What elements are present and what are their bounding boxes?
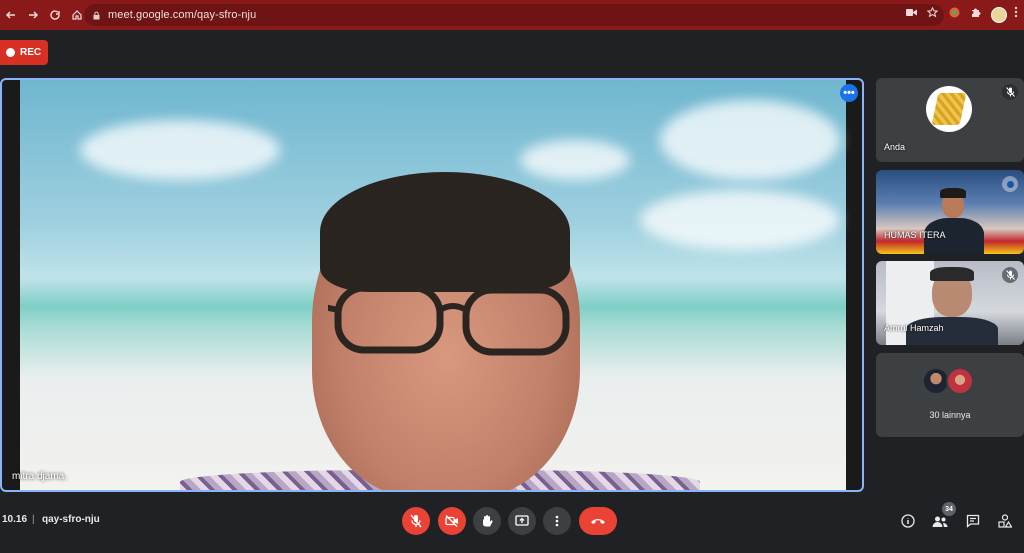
participant-tile-self[interactable]: Anda bbox=[876, 78, 1024, 162]
mic-off-icon bbox=[1002, 84, 1018, 100]
speaker-hair bbox=[320, 172, 570, 292]
participant-name: Amrul Hamzah bbox=[884, 323, 944, 333]
url-text: meet.google.com/qay-sfro-nju bbox=[108, 9, 257, 21]
hand-icon bbox=[483, 515, 493, 527]
others-avatars bbox=[876, 367, 1024, 395]
main-speaker-tile[interactable]: mitra djama. ••• bbox=[0, 78, 864, 492]
cloud-shape bbox=[640, 190, 840, 250]
menu-dots-icon[interactable] bbox=[1014, 6, 1018, 18]
bookmark-star-icon[interactable] bbox=[926, 6, 939, 21]
recording-label: REC bbox=[20, 47, 42, 58]
divider: | bbox=[32, 514, 35, 525]
info-icon bbox=[901, 514, 915, 528]
camera-toggle-button[interactable] bbox=[438, 507, 466, 535]
lock-icon bbox=[92, 11, 101, 20]
participants-count-badge: 34 bbox=[942, 502, 956, 516]
participant-name: HUMAS ITERA bbox=[884, 230, 946, 240]
meeting-time: 10.16 bbox=[2, 514, 28, 525]
others-count-label: 30 lainnya bbox=[929, 410, 971, 420]
logo-badge-icon bbox=[1002, 176, 1018, 192]
speaker-glasses bbox=[328, 284, 570, 356]
puzzle-icon[interactable] bbox=[970, 6, 982, 18]
avatar bbox=[946, 367, 974, 395]
present-screen-button[interactable] bbox=[508, 507, 536, 535]
browser-nav bbox=[0, 4, 88, 26]
profile-avatar[interactable] bbox=[991, 7, 1007, 23]
participant-tile-humas-itera[interactable]: HUMAS ITERA bbox=[876, 170, 1024, 254]
activities-button[interactable] bbox=[996, 512, 1014, 530]
people-icon bbox=[932, 516, 948, 527]
chat-button[interactable] bbox=[964, 512, 982, 530]
participant-hair bbox=[930, 267, 974, 281]
meeting-controls-bar: 10.16 | qay-sfro-nju 34 bbox=[0, 500, 1024, 542]
meeting-info-button[interactable] bbox=[899, 512, 917, 530]
meeting-code: qay-sfro-nju bbox=[42, 514, 100, 525]
mic-toggle-button[interactable] bbox=[402, 507, 430, 535]
others-tile[interactable]: 30 lainnya bbox=[876, 353, 1024, 437]
camera-off-icon bbox=[445, 515, 458, 527]
address-bar[interactable]: meet.google.com/qay-sfro-nju bbox=[84, 4, 944, 26]
shapes-icon bbox=[998, 514, 1012, 528]
participant-hair bbox=[940, 188, 966, 198]
raise-hand-button[interactable] bbox=[473, 507, 501, 535]
more-options-button[interactable] bbox=[543, 507, 571, 535]
chat-icon bbox=[966, 514, 980, 528]
speaker-video bbox=[20, 80, 846, 490]
extension-icon[interactable] bbox=[948, 6, 961, 19]
participant-tile-amrul-hamzah[interactable]: Amrul Hamzah bbox=[876, 261, 1024, 345]
speaker-name-label: mitra djama. bbox=[12, 471, 68, 482]
reload-icon[interactable] bbox=[44, 4, 66, 26]
cloud-shape bbox=[660, 100, 840, 180]
more-vert-icon bbox=[555, 515, 559, 527]
leave-call-button[interactable] bbox=[579, 507, 617, 535]
mic-off-icon bbox=[410, 514, 422, 528]
camera-indicator-icon[interactable] bbox=[906, 8, 917, 20]
present-icon bbox=[515, 515, 529, 526]
forward-arrow-icon[interactable] bbox=[22, 4, 44, 26]
back-arrow-icon[interactable] bbox=[0, 4, 22, 26]
record-dot-icon bbox=[6, 48, 15, 57]
more-options-icon[interactable]: ••• bbox=[840, 84, 858, 102]
cloud-shape bbox=[80, 120, 280, 180]
mic-off-icon bbox=[1002, 267, 1018, 283]
recording-badge[interactable]: REC bbox=[0, 40, 48, 65]
cloud-shape bbox=[520, 140, 630, 180]
self-avatar bbox=[926, 86, 972, 132]
browser-toolbar: meet.google.com/qay-sfro-nju bbox=[0, 0, 1024, 30]
participant-name: Anda bbox=[884, 142, 906, 152]
hang-up-icon bbox=[591, 519, 605, 524]
